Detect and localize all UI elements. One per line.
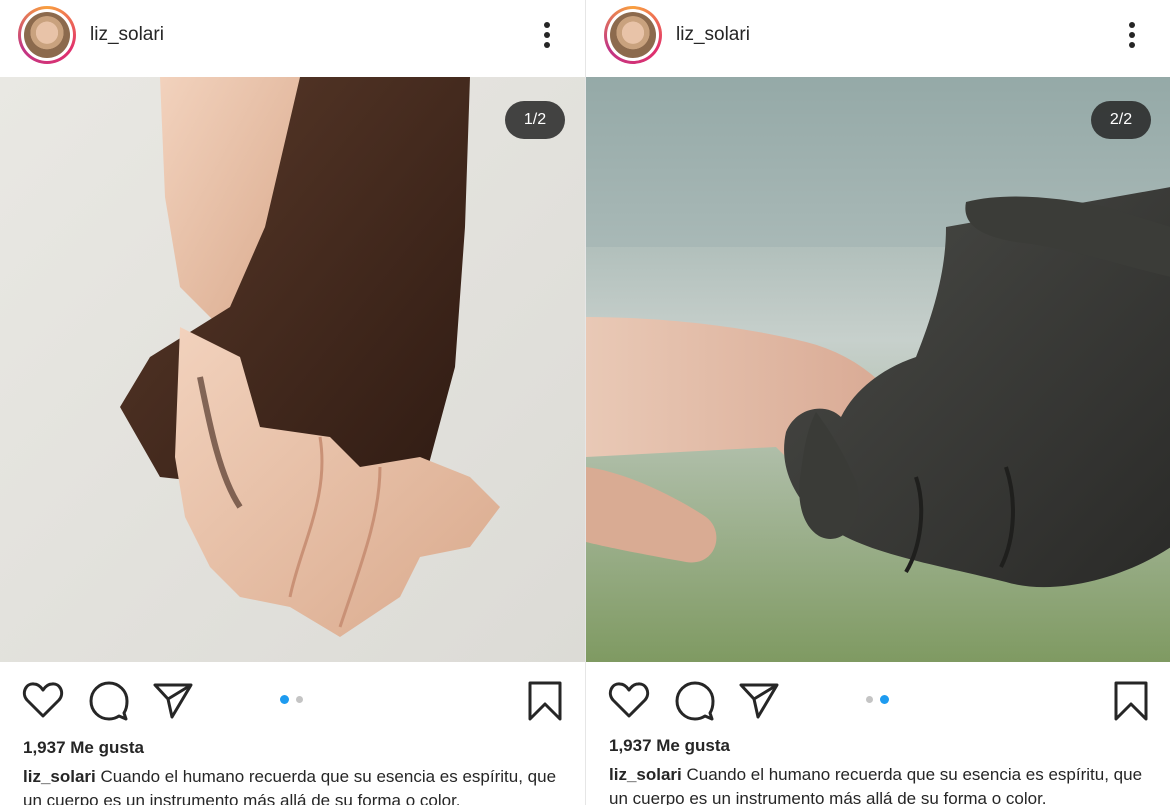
caption-text: Cuando el humano recuerda que su esencia… (609, 765, 1143, 805)
carousel-counter: 1/2 (505, 101, 565, 139)
carousel-dot-2 (880, 695, 889, 704)
carousel-dot-1 (280, 695, 289, 704)
likes-count[interactable]: 1,937 Me gusta (23, 738, 144, 758)
carousel-indicator (866, 695, 896, 705)
caption-text: Cuando el humano recuerda que su esencia… (23, 767, 557, 805)
carousel-dot-2 (296, 696, 303, 703)
caption-username[interactable]: liz_solari (609, 765, 682, 784)
avatar[interactable] (18, 6, 76, 64)
post-header: liz_solari (0, 0, 585, 76)
post-header: liz_solari (586, 0, 1170, 76)
username[interactable]: liz_solari (676, 24, 750, 46)
comment-icon[interactable] (88, 680, 130, 727)
hands-illustration (0, 77, 585, 662)
avatar-image (610, 12, 656, 58)
more-vertical-icon[interactable] (1122, 20, 1142, 50)
bookmark-icon[interactable] (526, 680, 564, 727)
screenshot-stage: liz_solari 1/2 1,937 Me gusta liz_solari… (0, 0, 1170, 805)
post-actions (0, 670, 585, 730)
avatar-image (24, 12, 70, 58)
carousel-counter: 2/2 (1091, 101, 1151, 139)
heart-icon[interactable] (608, 680, 650, 725)
human-chimp-hands-illustration (586, 77, 1170, 662)
post-photo[interactable] (586, 77, 1170, 662)
carousel-indicator (280, 695, 310, 705)
likes-count[interactable]: 1,937 Me gusta (609, 736, 730, 756)
post-1: liz_solari 1/2 1,937 Me gusta liz_solari… (0, 0, 585, 805)
avatar-ring-inner (21, 9, 73, 61)
post-2: liz_solari 2/2 1,937 Me gusta liz_solari… (585, 0, 1170, 805)
avatar-ring-inner (607, 9, 659, 61)
username[interactable]: liz_solari (90, 24, 164, 46)
post-caption: liz_solari Cuando el humano recuerda que… (609, 763, 1154, 805)
post-photo[interactable] (0, 77, 585, 662)
post-caption: liz_solari Cuando el humano recuerda que… (23, 765, 568, 805)
send-icon[interactable] (152, 680, 194, 725)
heart-icon[interactable] (22, 680, 64, 725)
more-vertical-icon[interactable] (537, 20, 557, 50)
avatar[interactable] (604, 6, 662, 64)
caption-username[interactable]: liz_solari (23, 767, 96, 786)
bookmark-icon[interactable] (1112, 680, 1150, 727)
send-icon[interactable] (738, 680, 780, 725)
comment-icon[interactable] (674, 680, 716, 727)
post-actions (586, 670, 1170, 730)
carousel-dot-1 (866, 696, 873, 703)
